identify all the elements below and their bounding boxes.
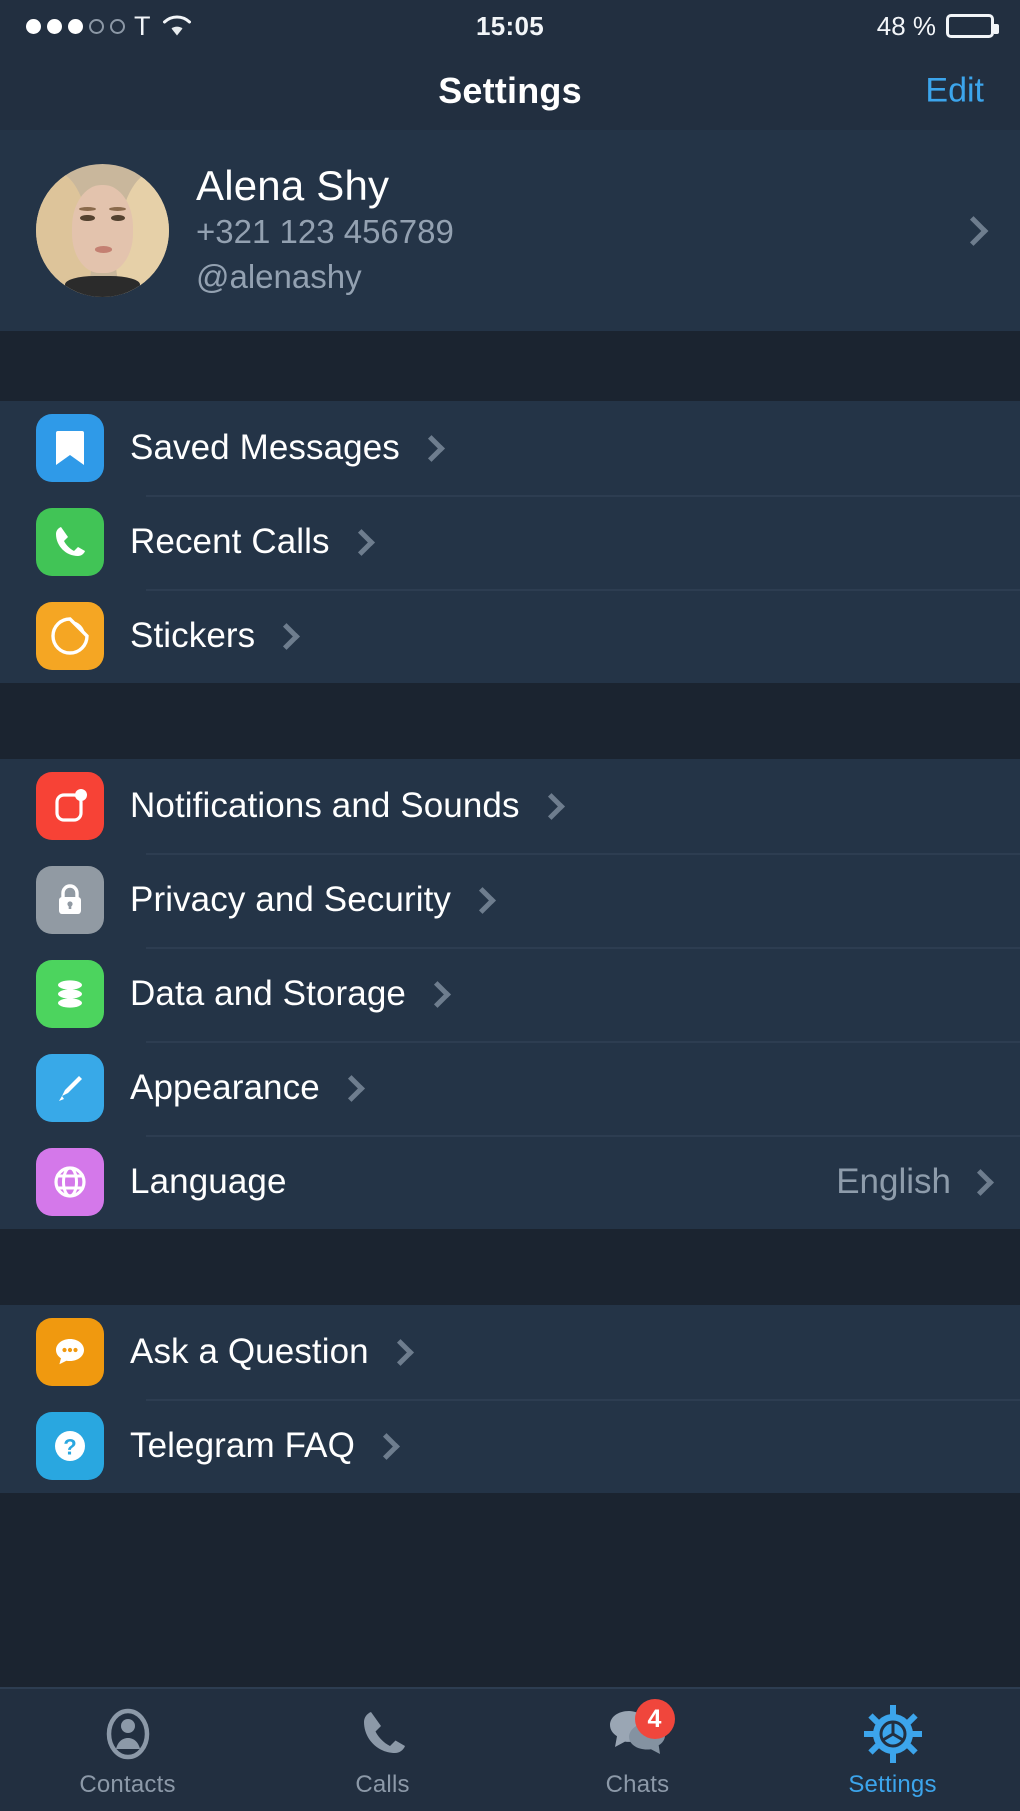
settings-group-3: Ask a Question ? Telegram FAQ (0, 1305, 1020, 1493)
paintbrush-icon (36, 1054, 104, 1122)
chevron-right-icon (372, 1432, 400, 1460)
avatar[interactable] (36, 164, 169, 297)
settings-row-notifications-and-sounds[interactable]: Notifications and Sounds (0, 759, 1020, 853)
settings-row-saved-messages[interactable]: Saved Messages (0, 401, 1020, 495)
chevron-right-icon (424, 980, 451, 1008)
settings-row-label: Stickers (130, 616, 256, 655)
question-mark-icon: ? (36, 1412, 104, 1480)
chevron-right-icon (537, 792, 565, 820)
settings-row-label: Appearance (130, 1068, 320, 1107)
profile-phone: +321 123 456789 (196, 213, 454, 251)
settings-row-telegram-faq[interactable]: ? Telegram FAQ (0, 1399, 1020, 1493)
chevron-right-icon (347, 528, 375, 556)
tab-label: Contacts (79, 1771, 176, 1798)
chats-icon: 4 (607, 1699, 675, 1765)
settings-row-label: Language (130, 1162, 287, 1201)
settings-row-label: Notifications and Sounds (130, 786, 520, 825)
bell-notification-icon (36, 772, 104, 840)
clock-label: 15:05 (476, 10, 544, 41)
chats-badge: 4 (634, 1699, 675, 1739)
settings-group-1: Saved Messages Recent Calls Stickers (0, 401, 1020, 683)
settings-row-stickers[interactable]: Stickers (0, 589, 1020, 683)
settings-row-label: Saved Messages (130, 428, 400, 467)
tab-calls[interactable]: Calls (255, 1703, 510, 1799)
contacts-icon (97, 1703, 159, 1765)
tab-contacts[interactable]: Contacts (0, 1703, 255, 1799)
bookmark-icon (36, 414, 104, 482)
status-bar: T 15:05 48 % (0, 0, 1020, 52)
navigation-bar: Settings Edit (0, 52, 1020, 130)
globe-icon (36, 1148, 104, 1216)
settings-group-2: Notifications and Sounds Privacy and Sec… (0, 759, 1020, 1229)
phone-icon (36, 508, 104, 576)
chat-bubble-icon (36, 1318, 104, 1386)
profile-text: Alena Shy +321 123 456789 @alenashy (196, 162, 454, 299)
settings-row-data-and-storage[interactable]: Data and Storage (0, 947, 1020, 1041)
profile-username: @alenashy (196, 258, 362, 296)
battery-icon (946, 14, 999, 38)
settings-row-ask-a-question[interactable]: Ask a Question (0, 1305, 1020, 1399)
lock-icon (36, 866, 104, 934)
chevron-right-icon (967, 1168, 994, 1196)
profile-row[interactable]: Alena Shy +321 123 456789 @alenashy (0, 130, 1020, 331)
settings-screen: T 15:05 48 % Settings Edit Alena Shy +32… (0, 0, 1020, 1811)
profile-name: Alena Shy (196, 162, 390, 210)
settings-row-language[interactable]: Language English (0, 1135, 1020, 1229)
settings-row-label: Telegram FAQ (130, 1426, 355, 1465)
svg-text:?: ? (63, 1435, 76, 1460)
tab-label: Settings (848, 1771, 937, 1798)
chevron-right-icon (417, 434, 445, 462)
page-title: Settings (438, 70, 582, 111)
section-gap (0, 683, 1020, 759)
section-gap (0, 1229, 1020, 1305)
database-icon (36, 960, 104, 1028)
tab-bar: Contacts Calls 4 Chats Settings (0, 1687, 1020, 1811)
settings-row-label: Ask a Question (130, 1332, 369, 1371)
chevron-right-icon (469, 886, 496, 914)
tab-label: Chats (605, 1771, 670, 1798)
tab-label: Calls (355, 1771, 410, 1798)
chevron-right-icon (958, 215, 989, 246)
chevron-right-icon (273, 622, 301, 650)
sticker-icon (36, 602, 104, 670)
gear-icon (862, 1703, 924, 1765)
tab-settings[interactable]: Settings (765, 1703, 1020, 1799)
tab-chats[interactable]: 4 Chats (510, 1699, 765, 1799)
edit-button[interactable]: Edit (925, 72, 984, 111)
settings-row-value: English (836, 1162, 951, 1201)
settings-row-recent-calls[interactable]: Recent Calls (0, 495, 1020, 589)
settings-row-label: Data and Storage (130, 974, 406, 1013)
settings-row-label: Recent Calls (130, 522, 330, 561)
phone-icon (352, 1703, 414, 1765)
settings-row-appearance[interactable]: Appearance (0, 1041, 1020, 1135)
chevron-right-icon (337, 1074, 365, 1102)
settings-row-privacy-and-security[interactable]: Privacy and Security (0, 853, 1020, 947)
settings-row-label: Privacy and Security (130, 880, 452, 919)
chevron-right-icon (386, 1338, 414, 1366)
section-gap (0, 331, 1020, 401)
